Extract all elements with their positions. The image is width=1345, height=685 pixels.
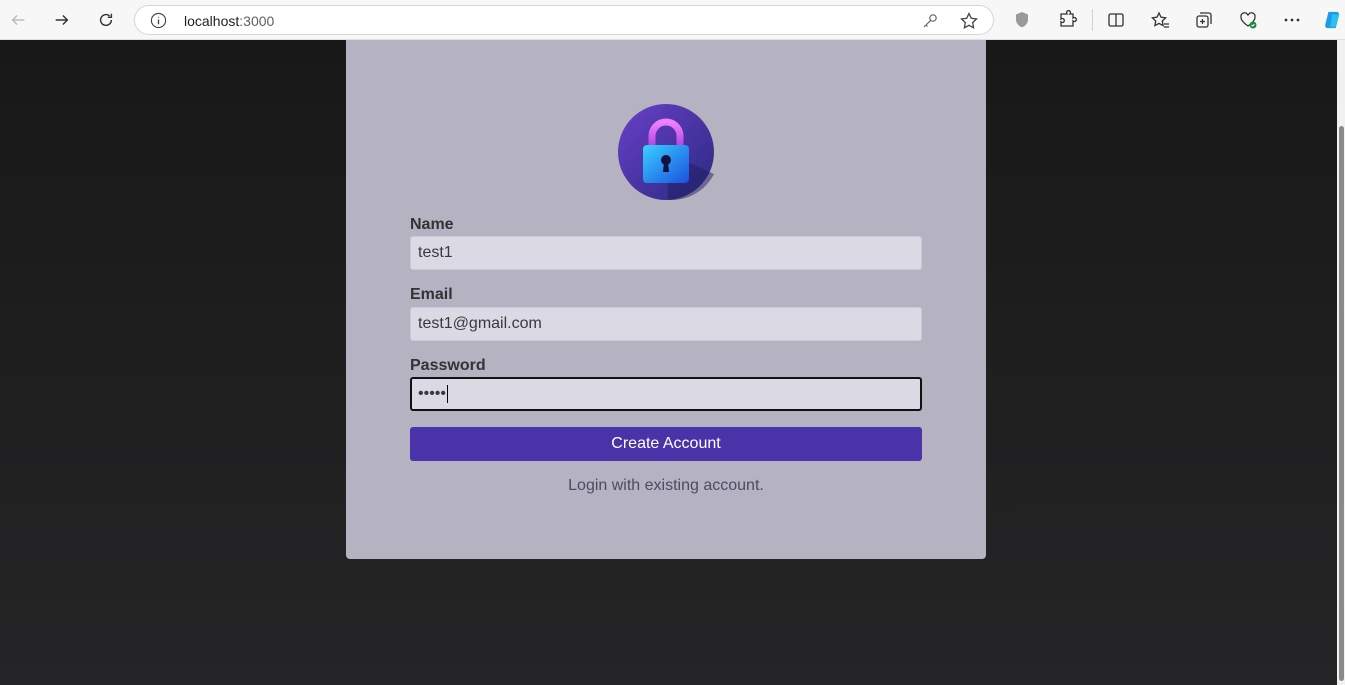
- name-input[interactable]: test1: [410, 236, 922, 270]
- name-value: test1: [418, 244, 453, 261]
- browser-toolbar: localhost:3000: [0, 0, 1345, 40]
- split-screen-icon[interactable]: [1105, 9, 1127, 31]
- back-icon[interactable]: [4, 6, 32, 34]
- more-icon[interactable]: [1281, 9, 1303, 31]
- signup-card: Name test1 Email test1@gmail.com Passwor…: [346, 40, 986, 559]
- email-input[interactable]: test1@gmail.com: [410, 307, 922, 341]
- copilot-icon[interactable]: [1321, 9, 1345, 31]
- email-value: test1@gmail.com: [418, 315, 542, 332]
- collections-icon[interactable]: [1193, 9, 1215, 31]
- email-label: Email: [410, 286, 453, 303]
- create-account-button[interactable]: Create Account: [410, 427, 922, 461]
- password-value: •••••: [418, 385, 447, 403]
- address-bar[interactable]: localhost:3000: [134, 5, 994, 35]
- url-text: localhost:3000: [184, 13, 275, 29]
- favorites-icon[interactable]: [1149, 9, 1171, 31]
- health-icon[interactable]: [1237, 9, 1259, 31]
- toolbar-separator: [1092, 9, 1093, 31]
- page-scrollbar[interactable]: [1337, 40, 1345, 685]
- name-label: Name: [410, 216, 454, 233]
- star-icon[interactable]: [959, 11, 979, 31]
- scrollbar-thumb[interactable]: [1339, 126, 1344, 681]
- key-icon[interactable]: [921, 12, 939, 30]
- lock-logo: [618, 104, 714, 200]
- shield-icon[interactable]: [1011, 9, 1033, 31]
- info-icon[interactable]: [150, 12, 167, 29]
- extensions-icon[interactable]: [1056, 9, 1078, 31]
- text-caret: [447, 385, 449, 403]
- refresh-icon[interactable]: [92, 6, 120, 34]
- password-input[interactable]: •••••: [410, 377, 922, 411]
- login-link[interactable]: Login with existing account.: [346, 477, 986, 495]
- password-label: Password: [410, 357, 486, 374]
- forward-icon[interactable]: [48, 6, 76, 34]
